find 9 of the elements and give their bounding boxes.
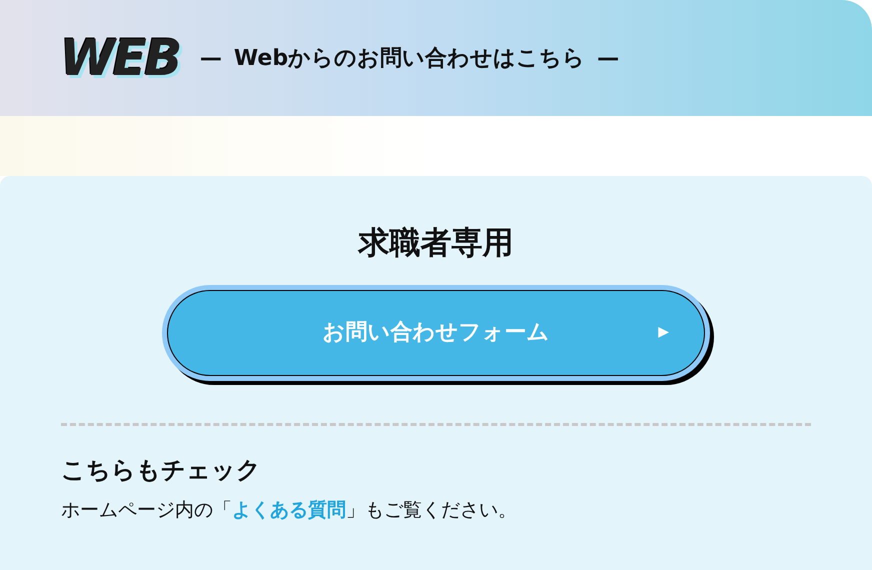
section-heading: こちらもチェック — [61, 454, 262, 486]
logo-text: WEB — [60, 33, 180, 83]
header-subtitle: Webからのお問い合わせはこちら — [234, 44, 586, 72]
card-title: 求職者専用 — [358, 224, 514, 263]
dash-text: — — [200, 44, 222, 72]
info-text: ホームページ内の「よくある質問」もご覧ください。 — [61, 498, 518, 523]
arrow-icon: ▶ — [658, 322, 669, 344]
dash-text: — — [597, 44, 620, 72]
faq-link[interactable]: よくある質問 — [232, 498, 346, 521]
